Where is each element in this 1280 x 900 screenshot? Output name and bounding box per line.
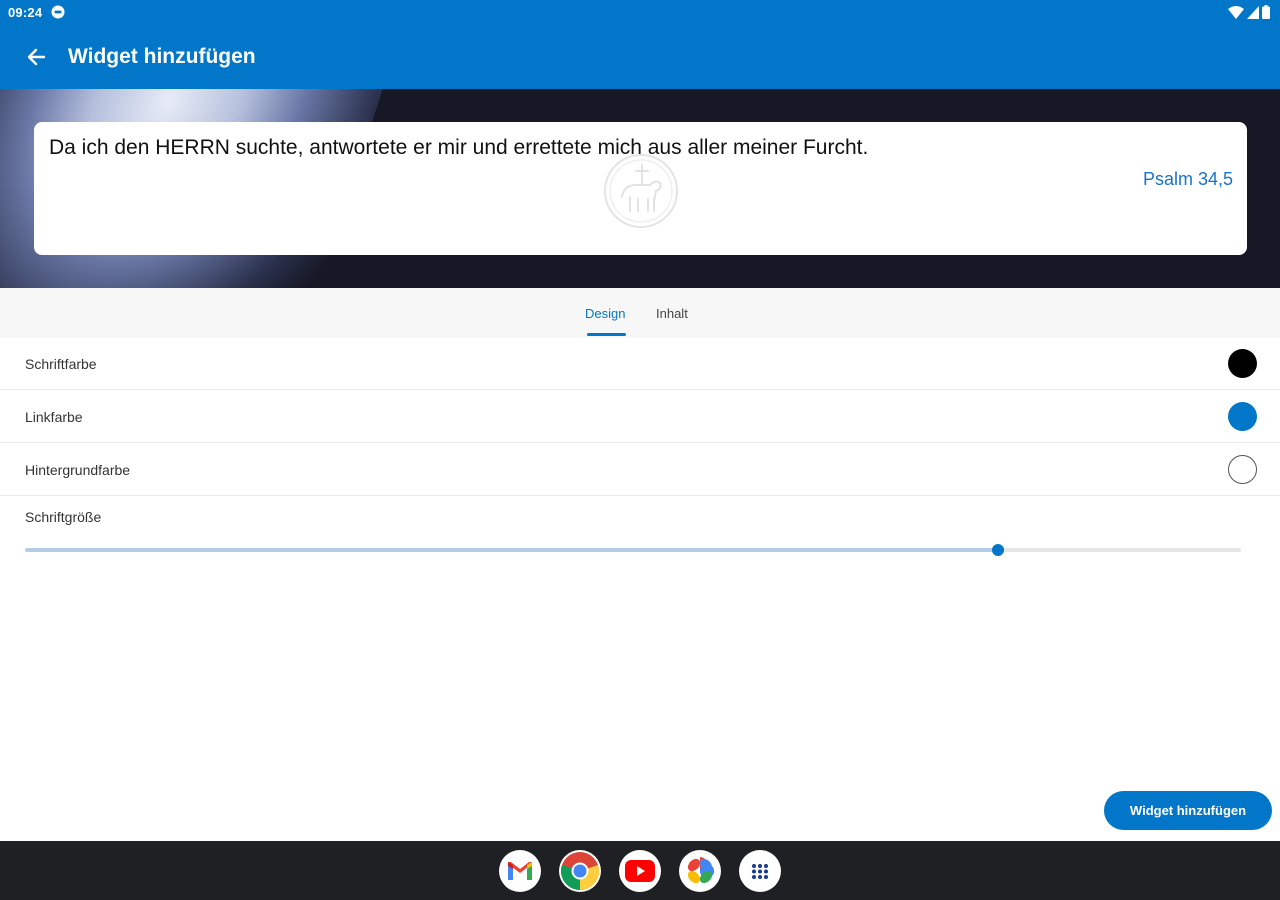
chrome-glyph bbox=[561, 852, 599, 891]
lamb-seal-icon bbox=[604, 154, 678, 228]
setting-label: Schriftfarbe bbox=[25, 356, 97, 372]
slider-fill bbox=[25, 548, 998, 552]
widget-preview: Da ich den HERRN suchte, antwortete er m… bbox=[0, 89, 1280, 288]
battery-icon bbox=[1262, 5, 1270, 19]
font-color-swatch[interactable] bbox=[1228, 349, 1257, 378]
setting-row-link-color[interactable]: Linkfarbe bbox=[0, 391, 1280, 443]
app-bar: Widget hinzufügen bbox=[0, 26, 1280, 89]
setting-row-background-color[interactable]: Hintergrundfarbe bbox=[0, 444, 1280, 496]
tab-bar: Design Inhalt bbox=[0, 288, 1280, 338]
app-drawer-glyph bbox=[752, 864, 768, 879]
chrome-icon[interactable] bbox=[559, 850, 601, 892]
photos-glyph bbox=[687, 857, 714, 884]
arrow-back-icon bbox=[27, 48, 46, 66]
signal-icon bbox=[1247, 5, 1259, 19]
font-size-label: Schriftgröße bbox=[25, 509, 102, 525]
gmail-icon[interactable] bbox=[499, 850, 541, 892]
setting-label: Linkfarbe bbox=[25, 409, 83, 425]
top-bar: 09:24 Widget hinzufügen bbox=[0, 0, 1280, 89]
widget-card: Da ich den HERRN suchte, antwortete er m… bbox=[34, 122, 1247, 255]
link-color-swatch[interactable] bbox=[1228, 402, 1257, 431]
tab-design[interactable]: Design bbox=[585, 306, 625, 321]
tab-indicator bbox=[587, 333, 626, 336]
background-color-swatch[interactable] bbox=[1228, 455, 1257, 484]
gmail-glyph bbox=[508, 862, 532, 880]
slider-thumb[interactable] bbox=[991, 544, 1004, 556]
add-widget-button[interactable]: Widget hinzufügen bbox=[1104, 791, 1272, 830]
verse-text: Da ich den HERRN suchte, antwortete er m… bbox=[49, 136, 869, 159]
photos-icon[interactable] bbox=[679, 850, 721, 892]
wifi-icon bbox=[1228, 5, 1244, 19]
app-drawer-icon[interactable] bbox=[739, 850, 781, 892]
setting-row-font-color[interactable]: Schriftfarbe bbox=[0, 338, 1280, 390]
setting-label: Hintergrundfarbe bbox=[25, 462, 131, 478]
page-title: Widget hinzufügen bbox=[68, 45, 256, 68]
back-button[interactable] bbox=[22, 43, 50, 71]
taskbar bbox=[0, 841, 1280, 900]
dnd-icon bbox=[51, 5, 65, 19]
verse-reference-link[interactable]: Psalm 34,5 bbox=[1143, 169, 1233, 190]
status-bar: 09:24 bbox=[0, 0, 1280, 26]
tab-inhalt[interactable]: Inhalt bbox=[656, 306, 688, 321]
youtube-icon[interactable] bbox=[619, 850, 661, 892]
status-icons bbox=[1228, 5, 1270, 19]
youtube-glyph bbox=[625, 860, 655, 882]
font-size-slider[interactable] bbox=[25, 540, 1241, 560]
status-time: 09:24 bbox=[8, 5, 43, 20]
